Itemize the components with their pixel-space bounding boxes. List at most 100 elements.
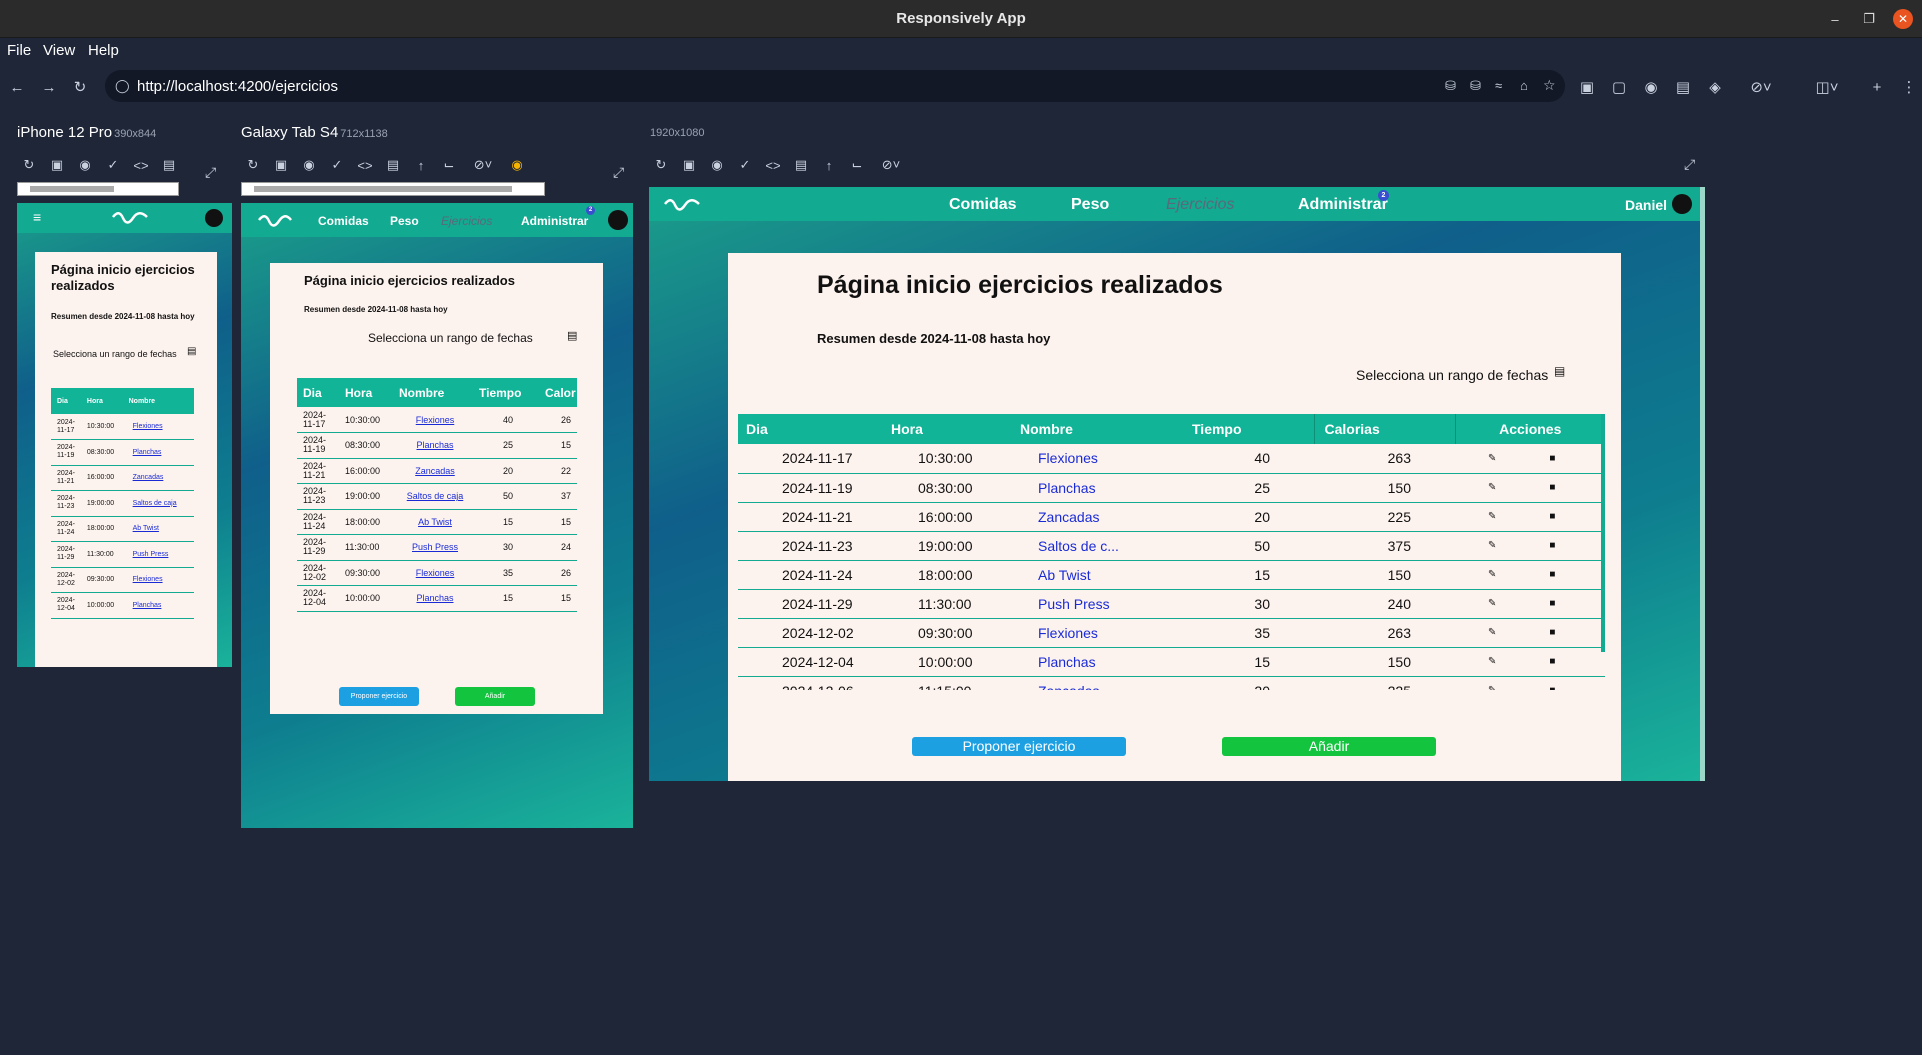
propose-exercise-button[interactable]: Proponer ejercicio [912,737,1126,756]
exercise-link[interactable]: Ab Twist [133,525,159,532]
nav-ejercicios[interactable]: Ejercicios [441,214,492,228]
exercise-link[interactable]: Push Press [1038,596,1110,612]
exercise-link[interactable]: Flexiones [1038,625,1098,641]
rotate-icon[interactable]: ↻ [20,156,38,174]
camera-icon[interactable]: ◉ [76,156,94,174]
app-logo[interactable] [663,198,701,212]
devices-icon[interactable]: ▤ [792,156,810,174]
edit-icon[interactable]: ✎ [1488,598,1496,609]
camera-icon[interactable]: ◉ [300,156,318,174]
exercise-link[interactable]: Saltos de caja [133,500,177,507]
hamburger-icon[interactable]: ≡ [33,209,41,225]
delete-icon[interactable]: ■ [1549,627,1555,638]
vertical-scrollbar[interactable] [1700,187,1705,781]
close-icon[interactable]: ✕ [1893,9,1913,29]
menu-help[interactable]: Help [88,42,119,59]
calendar-icon[interactable]: ▤ [187,346,196,357]
nav-comidas[interactable]: Comidas [318,214,369,228]
exercise-link[interactable]: Push Press [133,551,169,558]
inspect-icon[interactable]: ▢ [1610,78,1628,96]
expand-icon[interactable]: ⤢ [1684,156,1695,173]
home-icon[interactable]: ⌂ [1520,78,1528,93]
edit-icon[interactable]: ✎ [1488,453,1496,464]
pointer-icon[interactable]: ✓ [736,156,754,174]
date-range-label[interactable]: Selecciona un rango de fechas [368,331,533,345]
table-wrapper[interactable]: Dia Hora Nombre Tiempo Calor 2024- 11-17 1… [297,378,577,656]
hide-icon[interactable]: ⊘˅ [468,156,498,174]
app-logo[interactable] [111,211,149,225]
nav-peso[interactable]: Peso [1071,196,1109,214]
expand-icon[interactable]: ⤢ [205,164,216,181]
cookies-icon[interactable]: ⛁ [1445,78,1456,94]
date-range-label[interactable]: Selecciona un rango de fechas [53,349,177,359]
camera-icon[interactable]: ◉ [708,156,726,174]
exercise-link[interactable]: Zancadas [415,466,455,476]
screenshot-icon[interactable]: ▣ [680,156,698,174]
avatar[interactable] [608,210,628,230]
address-bar[interactable]: ◯ http://localhost:4200/ejercicios ⛁ ⛁ ≈… [105,70,1565,102]
delete-icon[interactable]: ■ [1549,453,1555,464]
edit-icon[interactable]: ✎ [1488,511,1496,522]
exercise-link[interactable]: Zancadas [1038,509,1099,525]
delete-icon[interactable]: ■ [1549,482,1555,493]
menu-view[interactable]: View [43,42,75,59]
forward-icon[interactable]: → [40,78,58,96]
delete-icon[interactable]: ■ [1549,511,1555,522]
code-icon[interactable]: <> [132,156,150,174]
exercise-link[interactable]: Ab Twist [1038,567,1091,583]
devices-icon[interactable]: ▤ [160,156,178,174]
more-icon[interactable]: ⋮ [1900,78,1918,96]
exercise-link[interactable]: Saltos de c... [1038,538,1119,554]
delete-icon[interactable]: ■ [1549,569,1555,580]
add-button[interactable]: Añadir [1222,737,1436,756]
exercise-link[interactable]: Flexiones [133,576,163,583]
menu-file[interactable]: File [7,42,31,59]
scroll-top-icon[interactable]: ↑ [412,156,430,174]
exercise-link[interactable]: Flexiones [416,568,455,578]
star-icon[interactable]: ☆ [1543,77,1556,94]
app-logo[interactable] [257,214,293,228]
exercise-link[interactable]: Ab Twist [418,517,452,527]
exercise-link[interactable]: Zancadas [133,474,164,481]
back-icon[interactable]: ← [8,78,26,96]
avatar[interactable] [1672,194,1692,214]
exercise-link[interactable]: Flexiones [133,423,163,430]
screenshot-icon[interactable]: ▣ [272,156,290,174]
propose-exercise-button[interactable]: Proponer ejercicio [339,687,419,706]
pointer-icon[interactable]: ✓ [104,156,122,174]
rotate-icon[interactable]: ↻ [244,156,262,174]
edit-icon[interactable]: ✎ [1488,627,1496,638]
exercise-link[interactable]: Saltos de caja [407,491,464,501]
avatar[interactable] [205,209,223,227]
reload-icon[interactable]: ↻ [71,78,89,96]
expand-icon[interactable]: ⤢ [613,164,624,181]
add-icon[interactable]: + [1868,78,1886,96]
calendar-icon[interactable]: ▤ [1554,364,1565,378]
scroll-top-icon[interactable]: ↑ [820,156,838,174]
nav-administrar[interactable]: Administrar [1298,196,1388,214]
delete-icon[interactable]: ■ [1549,685,1555,690]
pointer-icon[interactable]: ✓ [328,156,346,174]
nav-comidas[interactable]: Comidas [949,196,1017,214]
devices-icon[interactable]: ▤ [384,156,402,174]
delete-icon[interactable]: ■ [1549,656,1555,667]
code-icon[interactable]: <> [356,156,374,174]
horizontal-scrollbar[interactable] [17,182,179,196]
screenshot-icon[interactable]: ▣ [48,156,66,174]
hide-icon[interactable]: ⊘˅ [876,156,906,174]
exercise-link[interactable]: Zancadas [1038,683,1099,691]
table-wrapper[interactable]: Dia Hora Nombre Tiempo Calorias Acciones… [738,414,1605,690]
exercise-link[interactable]: Planchas [1038,654,1096,670]
layout-icon[interactable]: ◫˅ [1812,78,1842,96]
ruler-icon[interactable]: ⌙ [848,156,866,174]
hide-icon[interactable]: ⊘˅ [1746,78,1776,96]
add-button[interactable]: Añadir [455,687,535,706]
exercise-link[interactable]: Planchas [133,449,162,456]
storage-icon[interactable]: ⛁ [1470,78,1481,94]
devices-icon[interactable]: ▣ [1578,78,1596,96]
nav-administrar[interactable]: Administrar [521,214,588,228]
chrome-icon[interactable]: ◉ [508,156,526,174]
exercise-link[interactable]: Planchas [416,440,453,450]
exercise-link[interactable]: Planchas [416,593,453,603]
code-icon[interactable]: <> [764,156,782,174]
